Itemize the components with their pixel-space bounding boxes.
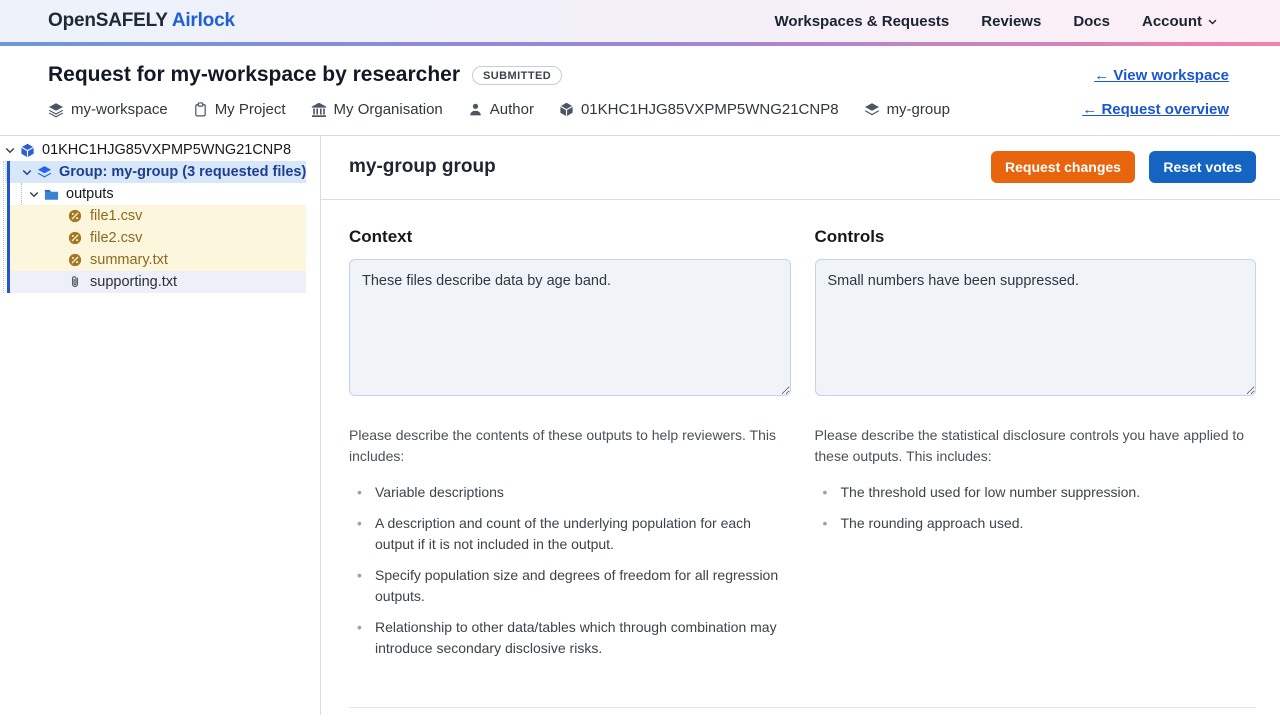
tree-item-label: outputs [66, 186, 114, 202]
tree-item-output-file[interactable]: summary.txt [9, 249, 306, 271]
chevron-down-icon [1207, 16, 1218, 27]
breadcrumb-author: Author [468, 101, 534, 118]
layers-icon [37, 165, 52, 180]
context-section: Context These files describe data by age… [349, 227, 791, 669]
request-changes-button[interactable]: Request changes [991, 151, 1135, 183]
folder-icon [44, 187, 59, 202]
layers-icon [48, 102, 64, 118]
context-heading: Context [349, 227, 791, 247]
tree-item-output-file[interactable]: file1.csv [9, 205, 306, 227]
tree-item-group-selected[interactable]: Group: my-group (3 requested files) [5, 161, 306, 183]
chevron-down-icon[interactable] [4, 144, 16, 156]
top-navigation: OpenSAFELY Airlock Workspaces & Requests… [0, 0, 1280, 42]
chevron-down-icon[interactable] [21, 166, 33, 178]
controls-textarea[interactable]: Small numbers have been suppressed. [815, 259, 1257, 396]
tree-item-request-root[interactable]: 01KHC1HJG85VXPMP5WNG21CNP8 [0, 139, 320, 161]
breadcrumb-organisation: My Organisation [311, 101, 443, 118]
chevron-down-icon[interactable] [28, 188, 40, 200]
breadcrumb-request-id: 01KHC1HJG85VXPMP5WNG21CNP8 [559, 101, 839, 118]
context-help-list: Variable descriptions A description and … [349, 482, 791, 659]
context-textarea[interactable]: These files describe data by age band. [349, 259, 791, 396]
tree-item-label: file1.csv [90, 208, 142, 224]
output-file-icon [68, 231, 83, 246]
nav-links: Workspaces & Requests Reviews Docs Accou… [774, 13, 1218, 30]
tree-item-label: Group: my-group (3 requested files) [59, 164, 306, 180]
breadcrumb-label: 01KHC1HJG85VXPMP5WNG21CNP8 [581, 101, 839, 118]
cube-icon [20, 143, 35, 158]
tree-indent-guide [3, 161, 4, 293]
request-header: Request for my-workspace by researcher S… [0, 46, 1280, 136]
controls-help-list: The threshold used for low number suppre… [815, 482, 1257, 534]
reset-votes-button[interactable]: Reset votes [1149, 151, 1256, 183]
output-file-icon [68, 253, 83, 268]
tree-item-label: file2.csv [90, 230, 142, 246]
tree-item-label: 01KHC1HJG85VXPMP5WNG21CNP8 [42, 142, 291, 158]
nav-account-label: Account [1142, 13, 1202, 30]
view-workspace-link[interactable]: ← View workspace [1094, 67, 1229, 84]
controls-heading: Controls [815, 227, 1257, 247]
list-item: Specify population size and degrees of f… [349, 565, 791, 607]
status-badge: SUBMITTED [472, 66, 562, 85]
breadcrumb-label: my-workspace [71, 101, 168, 118]
tree-item-label: summary.txt [90, 252, 168, 268]
paperclip-icon [68, 275, 83, 290]
nav-reviews[interactable]: Reviews [981, 13, 1041, 30]
cube-icon [559, 102, 574, 117]
context-help-intro: Please describe the contents of these ou… [349, 425, 791, 467]
logo-opensafely: OpenSAFELY [48, 10, 167, 31]
list-item: Relationship to other data/tables which … [349, 617, 791, 659]
output-file-icon [68, 209, 83, 224]
group-header: my-group group Request changes Reset vot… [321, 136, 1280, 200]
tree-item-outputs-folder[interactable]: outputs [0, 183, 320, 205]
person-icon [468, 102, 483, 117]
breadcrumb-group: my-group [864, 101, 950, 118]
breadcrumb: my-workspace My Project My Organisation … [48, 101, 950, 118]
breadcrumb-workspace: my-workspace [48, 101, 168, 118]
controls-help-intro: Please describe the statistical disclosu… [815, 425, 1257, 467]
file-tree: 01KHC1HJG85VXPMP5WNG21CNP8 Group: my-gro… [0, 139, 320, 293]
building-icon [311, 102, 327, 118]
list-item: A description and count of the underlyin… [349, 513, 791, 555]
list-item: The threshold used for low number suppre… [815, 482, 1257, 503]
list-item: The rounding approach used. [815, 513, 1257, 534]
breadcrumb-project: My Project [193, 101, 286, 118]
tree-selected-group-bar [7, 161, 10, 293]
page-title: Request for my-workspace by researcher [48, 63, 460, 87]
comments-divider [349, 707, 1256, 708]
tree-item-label: supporting.txt [90, 274, 177, 290]
breadcrumb-label: my-group [887, 101, 950, 118]
layers-icon [864, 102, 880, 118]
group-detail-panel: my-group group Request changes Reset vot… [320, 136, 1280, 715]
request-overview-link[interactable]: ← Request overview [1082, 101, 1229, 118]
list-item: Variable descriptions [349, 482, 791, 503]
group-content: Context These files describe data by age… [321, 200, 1280, 715]
logo-airlock: Airlock [172, 10, 235, 31]
group-title: my-group group [349, 156, 496, 178]
breadcrumb-label: My Project [215, 101, 286, 118]
tree-item-output-file[interactable]: file2.csv [9, 227, 306, 249]
group-actions: Request changes Reset votes [991, 151, 1256, 183]
file-tree-sidebar: 01KHC1HJG85VXPMP5WNG21CNP8 Group: my-gro… [0, 136, 320, 715]
app-logo[interactable]: OpenSAFELY Airlock [48, 10, 235, 32]
clipboard-icon [193, 102, 208, 117]
breadcrumb-label: My Organisation [334, 101, 443, 118]
breadcrumb-label: Author [490, 101, 534, 118]
tree-item-supporting-file[interactable]: supporting.txt [9, 271, 306, 293]
nav-workspaces-requests[interactable]: Workspaces & Requests [774, 13, 949, 30]
controls-section: Controls Small numbers have been suppres… [815, 227, 1257, 669]
nav-docs[interactable]: Docs [1073, 13, 1110, 30]
nav-account-menu[interactable]: Account [1142, 13, 1218, 30]
